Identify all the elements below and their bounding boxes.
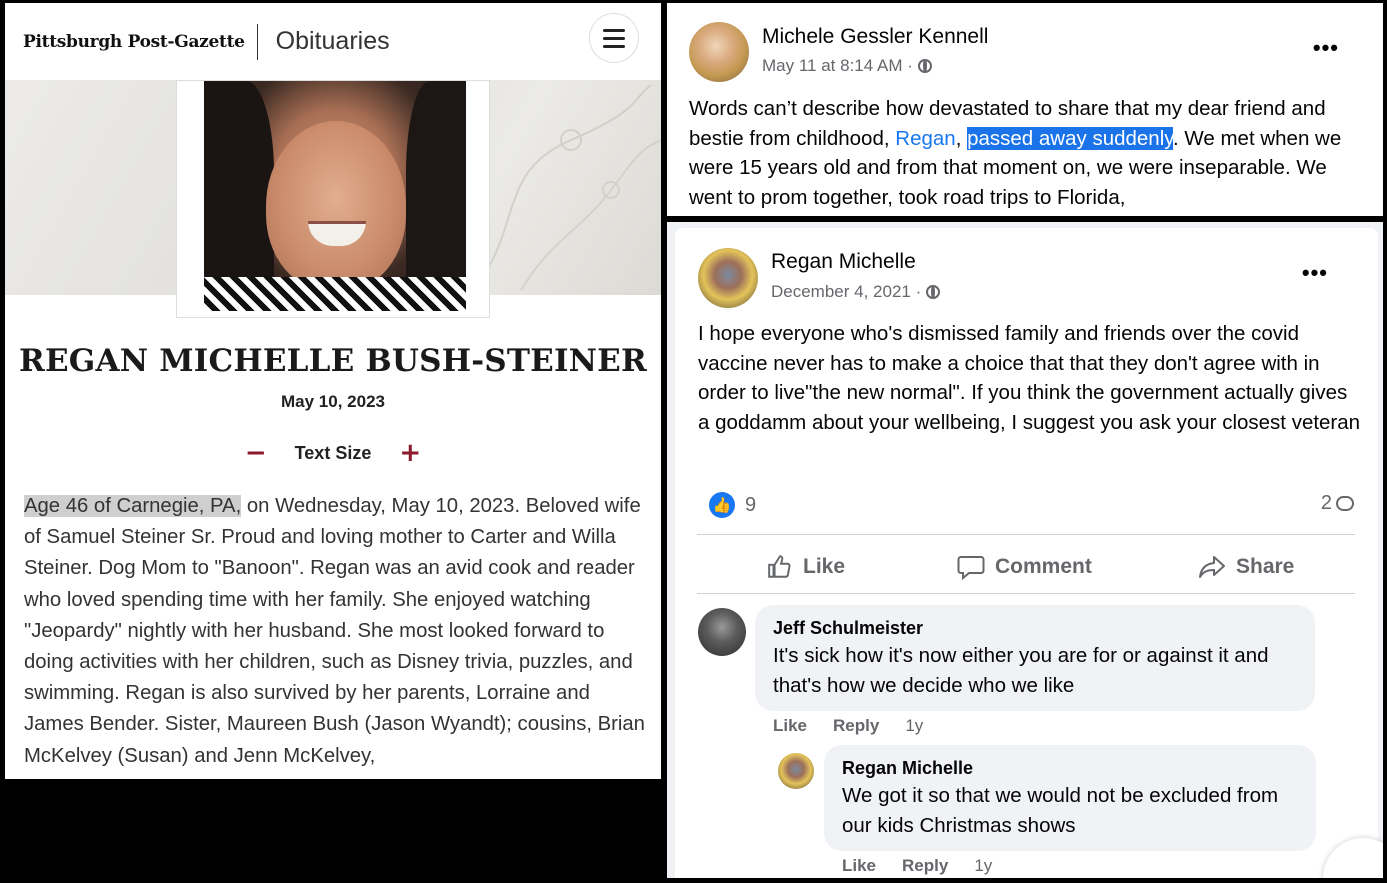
like-button[interactable]: Like — [767, 554, 845, 580]
post-author[interactable]: Michele Gessler Kennell — [762, 25, 988, 49]
reply-like-button[interactable]: Like — [842, 856, 876, 876]
increase-text-size-button[interactable]: + — [399, 440, 421, 466]
obituary-panel: Pittsburgh Post-Gazette Obituaries REGAN… — [5, 3, 661, 779]
comment-age[interactable]: 1y — [905, 716, 923, 736]
reply-avatar[interactable] — [778, 753, 814, 789]
author-avatar[interactable] — [689, 22, 749, 82]
divider — [697, 534, 1355, 535]
obituary-date: May 10, 2023 — [281, 392, 385, 411]
deceased-name: REGAN MICHELLE BUSH-STEINER — [19, 343, 647, 379]
more-options-icon[interactable]: ••• — [1302, 260, 1328, 286]
comment-icon — [957, 556, 985, 580]
decrease-text-size-button[interactable]: − — [245, 440, 267, 466]
more-options-icon[interactable]: ••• — [1313, 35, 1339, 61]
facebook-post-regan: Regan Michelle December 4, 2021 · ••• I … — [667, 222, 1383, 878]
divider — [697, 593, 1355, 594]
obituary-body: Age 46 of Carnegie, PA, on Wednesday, Ma… — [24, 491, 648, 772]
comment-button[interactable]: Comment — [957, 554, 1092, 580]
globe-icon — [917, 59, 932, 73]
obituary-header: Pittsburgh Post-Gazette Obituaries — [5, 3, 661, 80]
post-author[interactable]: Regan Michelle — [771, 250, 916, 274]
menu-icon — [603, 28, 625, 32]
floral-swirl-decoration — [480, 84, 661, 291]
globe-icon — [926, 285, 941, 299]
reply-text: We got it so that we would not be exclud… — [842, 784, 1279, 837]
comment-actions: Like Reply 1y — [773, 716, 923, 736]
reply-bubble: Regan Michelle We got it so that we woul… — [824, 745, 1316, 851]
comment-author[interactable]: Jeff Schulmeister — [773, 618, 923, 639]
section-title[interactable]: Obituaries — [276, 27, 390, 56]
obituary-text[interactable]: on Wednesday, May 10, 2023. Beloved wife… — [24, 495, 645, 767]
reply-author[interactable]: Regan Michelle — [842, 758, 973, 779]
selected-text[interactable]: passed away suddenly — [967, 126, 1173, 150]
highlighted-text[interactable]: Age 46 of Carnegie, PA, — [24, 495, 242, 517]
comment-bubble: Jeff Schulmeister It's sick how it's now… — [755, 605, 1315, 711]
author-avatar[interactable] — [698, 248, 758, 308]
comment-count[interactable]: 2 — [1321, 492, 1354, 515]
reply-actions: Like Reply 1y — [842, 856, 992, 876]
portrait-photo[interactable] — [204, 81, 466, 311]
like-reaction-icon[interactable]: 👍 — [709, 492, 735, 518]
text-size-control: − Text Size + — [5, 440, 661, 466]
comment-like-button[interactable]: Like — [773, 716, 807, 736]
header-divider — [256, 23, 258, 60]
post-timestamp[interactable]: May 11 at 8:14 AM · — [762, 56, 932, 76]
share-icon — [1199, 556, 1225, 578]
text-size-label: Text Size — [294, 442, 372, 463]
share-button[interactable]: Share — [1198, 554, 1294, 580]
post-text: I hope everyone who's dismissed family a… — [698, 322, 1361, 434]
thumbs-up-icon — [768, 555, 791, 578]
profile-link-regan[interactable]: Regan — [895, 127, 955, 150]
reply-age[interactable]: 1y — [974, 856, 992, 876]
comment-reply-button[interactable]: Reply — [833, 716, 879, 736]
post-text: Words can’t describe how devastated to s… — [689, 97, 1342, 209]
site-logo[interactable]: Pittsburgh Post-Gazette — [23, 32, 245, 52]
face — [266, 121, 406, 291]
portrait-frame — [176, 80, 490, 318]
hamburger-menu-button[interactable] — [589, 13, 639, 63]
comment-text: It's sick how it's now either you are fo… — [773, 644, 1269, 697]
post-timestamp[interactable]: December 4, 2021 · — [771, 282, 941, 302]
post-card: Regan Michelle December 4, 2021 · ••• I … — [675, 228, 1378, 878]
reply-reply-button[interactable]: Reply — [902, 856, 948, 876]
facebook-post-michele: Michele Gessler Kennell May 11 at 8:14 A… — [667, 3, 1383, 216]
comment-bubble-icon — [1336, 496, 1354, 511]
commenter-avatar[interactable] — [698, 608, 746, 656]
reaction-count[interactable]: 9 — [745, 494, 756, 517]
